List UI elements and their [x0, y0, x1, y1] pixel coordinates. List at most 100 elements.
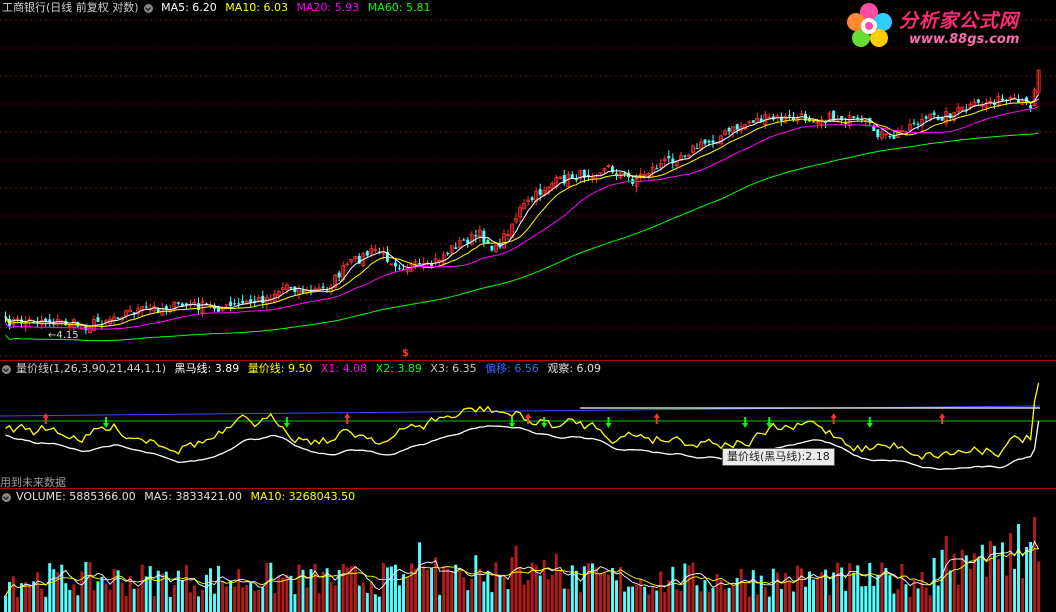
volume-bar	[293, 594, 297, 612]
volume-bar	[852, 572, 856, 612]
candle-body	[462, 239, 466, 241]
candle-body	[976, 99, 980, 103]
volume-bar	[64, 583, 68, 612]
volume-header: VOLUME: 5885366.00 MA5: 3833421.00 MA10:…	[0, 489, 360, 505]
volume-bar	[510, 557, 514, 612]
candle-body	[249, 299, 253, 303]
candle-body	[623, 173, 627, 175]
volume-bar	[663, 592, 667, 612]
volume-bar	[635, 584, 639, 612]
volume-bar	[196, 596, 200, 612]
volume-bar	[482, 581, 486, 612]
candle-body	[482, 230, 486, 243]
volume-value: VOLUME: 5885366.00	[16, 490, 136, 503]
volume-bar	[152, 596, 156, 612]
volume-bar	[759, 575, 763, 612]
volume-bar	[217, 565, 221, 612]
volume-bar	[426, 569, 430, 612]
volume-bar	[273, 593, 277, 612]
volume-bar	[406, 576, 409, 612]
volume-bar	[418, 542, 422, 612]
volume-bar	[92, 590, 96, 612]
candle-body	[418, 262, 422, 265]
indicator-chart[interactable]	[0, 361, 1056, 487]
volume-bar	[731, 584, 735, 612]
volume-bar	[639, 578, 643, 612]
price-chart-pane[interactable]: 工商银行(日线 前复权 对数) MA5: 6.20 MA10: 6.03 MA2…	[0, 0, 1056, 358]
volume-bar	[566, 588, 570, 612]
volume-bar	[671, 566, 675, 612]
candle-body	[241, 300, 245, 304]
site-logo: 分析家公式网 www.88gs.com	[847, 2, 1052, 52]
volume-bar	[787, 581, 791, 612]
volume-bar	[377, 596, 381, 612]
volume-bar	[438, 594, 442, 612]
volume-bar	[936, 585, 940, 612]
ma20-line	[5, 105, 1039, 330]
volume-chart[interactable]	[0, 489, 1056, 612]
signal-arrow-icon	[42, 413, 49, 424]
volume-bar	[269, 562, 273, 612]
ma20-value: MA20: 5.93	[296, 1, 360, 14]
volume-bar	[739, 568, 743, 612]
candle-body	[707, 140, 711, 143]
volume-bar	[582, 566, 586, 612]
volume-bar	[627, 586, 631, 612]
candle-body	[876, 129, 880, 137]
volume-bar	[253, 591, 257, 612]
volume-bar	[904, 584, 908, 612]
candle-body	[474, 235, 478, 237]
collapse-icon[interactable]	[2, 364, 11, 374]
signal-arrow-icon	[103, 417, 109, 428]
volume-bar	[900, 564, 904, 612]
volume-bar	[180, 580, 184, 612]
volume-bar	[518, 567, 522, 612]
volume-bar	[976, 558, 980, 612]
stock-title: 工商银行(日线 前复权 对数)	[2, 1, 139, 14]
volume-bar	[229, 580, 233, 612]
volume-bar	[422, 566, 426, 612]
signal-arrow-icon	[541, 417, 548, 428]
volume-bar	[88, 562, 92, 612]
heima-value: 黑马线: 3.89	[174, 362, 240, 375]
volume-bar	[916, 588, 920, 612]
volume-bar	[430, 567, 434, 612]
collapse-icon[interactable]	[2, 492, 11, 502]
pianyi-value: 偏移: 6.56	[485, 362, 539, 375]
volume-pane[interactable]: VOLUME: 5885366.00 MA5: 3833421.00 MA10:…	[0, 489, 1056, 612]
volume-bar	[434, 557, 438, 612]
candle-body	[321, 286, 325, 288]
volume-bar	[952, 553, 956, 612]
candle-body	[912, 122, 916, 124]
price-chart[interactable]	[0, 0, 1056, 358]
signal-arrow-icon	[283, 417, 290, 428]
volume-bar	[148, 566, 152, 612]
volume-bar	[470, 578, 474, 612]
volume-bar	[120, 582, 124, 612]
volume-bar	[880, 562, 884, 612]
volume-bar	[687, 565, 691, 612]
volume-ma10-value: MA10: 3268043.50	[250, 490, 356, 503]
volume-bar	[675, 589, 679, 612]
candle-body	[683, 155, 687, 157]
indicator-pane[interactable]: 量价线(1,26,3,90,21,44,1,1) 黑马线: 3.89 量价线: …	[0, 361, 1056, 489]
volume-bar	[498, 575, 502, 612]
volume-bar	[369, 582, 373, 612]
volume-bar	[28, 586, 32, 612]
volume-bar	[514, 545, 518, 612]
volume-bar	[401, 574, 405, 612]
candle-body	[916, 123, 920, 125]
volume-bar	[631, 586, 635, 612]
volume-bar	[289, 575, 293, 612]
collapse-icon[interactable]	[143, 3, 153, 13]
volume-bar	[892, 593, 896, 612]
signal-arrow-icon	[830, 413, 837, 424]
x2-value: X2: 3.89	[375, 362, 422, 375]
candle-body	[446, 252, 450, 254]
volume-bar	[506, 589, 510, 612]
volume-bar	[876, 574, 880, 612]
volume-bar	[397, 585, 401, 612]
volume-bar	[12, 576, 16, 612]
x3-value: X3: 6.35	[430, 362, 477, 375]
candle-body	[397, 267, 401, 269]
